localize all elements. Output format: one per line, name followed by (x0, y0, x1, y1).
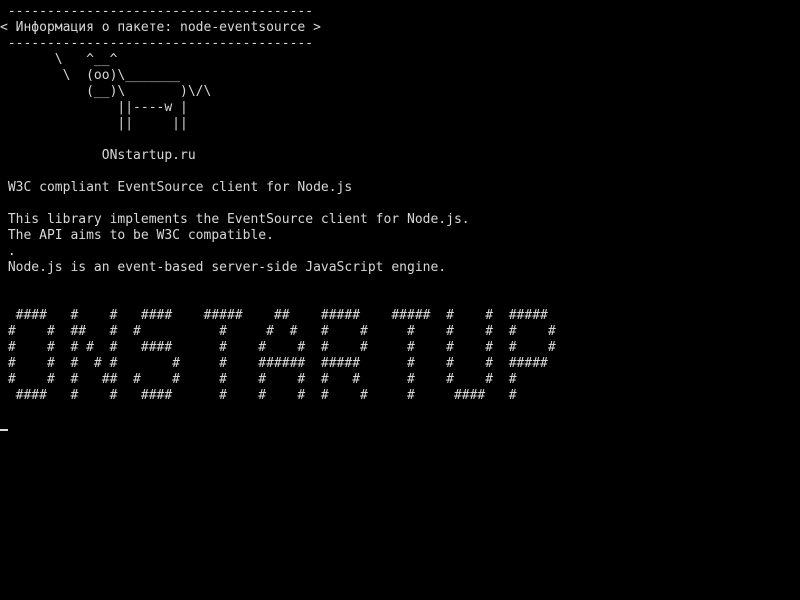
cow-art-line: \ ^__^ (0, 52, 118, 67)
banner-art-line: # # # # # # # ###### ##### # # # ##### (0, 356, 548, 371)
text-cursor (0, 429, 8, 431)
package-summary: W3C compliant EventSource client for Nod… (0, 180, 353, 195)
site-name: ONstartup.ru (0, 148, 196, 163)
prompt-line[interactable] (0, 420, 556, 436)
banner-top-border: --------------------------------------- (0, 4, 314, 19)
description-line: . (0, 244, 16, 259)
banner-art-line: # # ## # # # # # # # # # # # # (0, 324, 556, 339)
terminal-output: --------------------------------------- … (0, 4, 556, 436)
banner-art-line: #### # # #### # # # # # # #### # (0, 388, 517, 403)
description-line: This library implements the EventSource … (0, 212, 470, 227)
cow-art-line: || || (0, 116, 188, 131)
banner-bottom-border: --------------------------------------- (0, 36, 314, 51)
banner-art-line: # # # # # #### # # # # # # # # # # (0, 340, 556, 355)
cow-art-line: \ (oo)\_______ (0, 68, 181, 83)
cow-art-line: (__)\ )\/\ (0, 84, 212, 99)
banner-art-line: #### # # #### ##### ## ##### ##### # # #… (0, 308, 548, 323)
description-line: The API aims to be W3C compatible. (0, 228, 274, 243)
banner-art-line: # # # ## # # # # # # # # # # # (0, 372, 517, 387)
description-line: Node.js is an event-based server-side Ja… (0, 260, 447, 275)
cow-art-line: ||----w | (0, 100, 188, 115)
banner-title: < Информация о пакете: node-eventsource … (0, 20, 321, 35)
terminal-window[interactable]: --------------------------------------- … (0, 0, 800, 600)
